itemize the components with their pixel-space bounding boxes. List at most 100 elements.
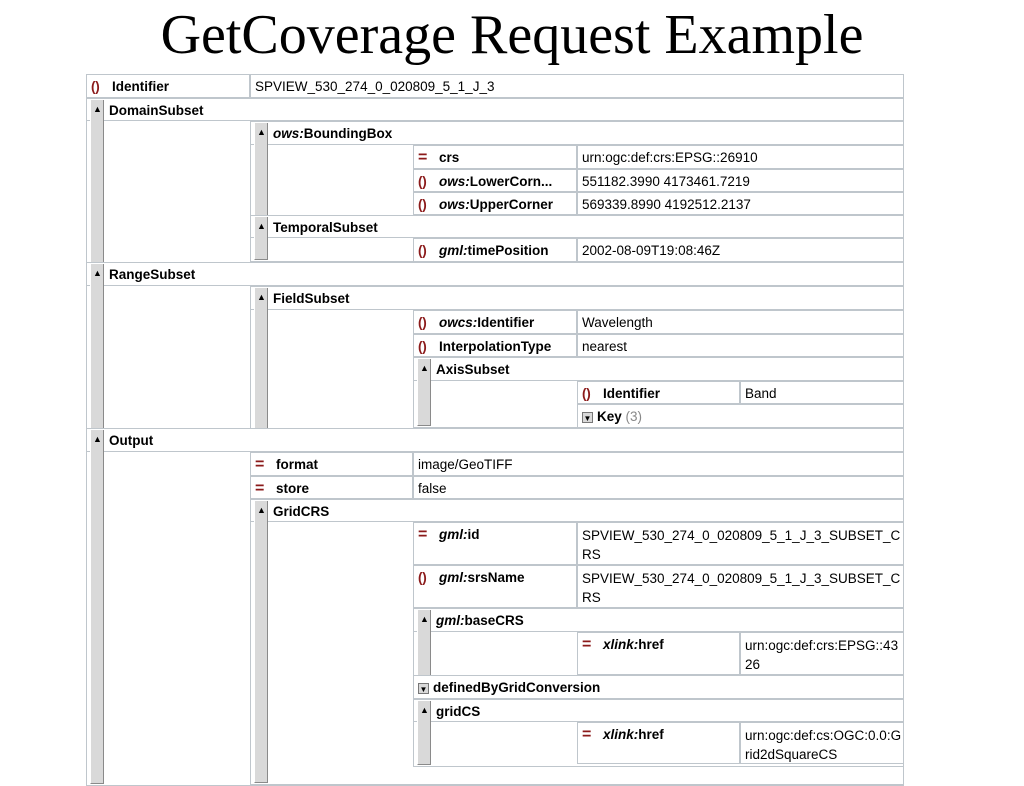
axis-identifier-name: Identifier (603, 386, 661, 401)
identifier-row-label[interactable]: ( ) Identifier (86, 74, 250, 98)
time-position-name: timePosition (467, 243, 549, 258)
owcs-identifier-namespace: owcs: (439, 315, 478, 330)
srs-name-namespace: gml: (439, 570, 468, 585)
grid-cs-header[interactable]: gridCS (413, 699, 904, 722)
range-subset-collapser[interactable]: ▲ (90, 264, 104, 450)
xml-grid-view: ( ) Identifier SPVIEW_530_274_0_020809_5_1… (0, 0, 1024, 786)
interpolation-type-name: InterpolationType (439, 339, 552, 354)
temporal-subset-label: TemporalSubset (273, 220, 378, 235)
axis-subset-header[interactable]: AxisSubset (413, 357, 904, 381)
axis-subset-name: AxisSubset (436, 362, 510, 377)
expand-triangle-icon[interactable]: ▼ (418, 682, 429, 694)
collapse-triangle-icon[interactable]: ▲ (257, 221, 266, 231)
base-crs-name: baseCRS (464, 613, 524, 628)
interpolation-type-row-label[interactable]: ( ) InterpolationType (413, 334, 577, 357)
upper-corner-row-label[interactable]: ( ) ows:UpperCorner (413, 192, 577, 215)
grid-crs-name: GridCRS (273, 504, 330, 519)
base-crs-href-row-label[interactable]: = xlink:href (577, 632, 740, 675)
collapse-triangle-icon[interactable]: ▲ (93, 104, 102, 114)
axis-identifier-value[interactable]: Band (740, 381, 904, 404)
attribute-icon: = (582, 636, 592, 653)
interpolation-type-label: ( ) InterpolationType (418, 339, 551, 354)
field-subset-header[interactable]: FieldSubset (250, 286, 904, 310)
grid-cs-href-row-label[interactable]: = xlink:href (577, 722, 740, 764)
format-value[interactable]: image/GeoTIFF (413, 452, 904, 476)
crs-value[interactable]: urn:ogc:def:crs:EPSG::26910 (577, 145, 904, 169)
range-subset-name: RangeSubset (109, 267, 196, 282)
grid-crs-header[interactable]: GridCRS (250, 499, 904, 522)
base-crs-header[interactable]: gml:baseCRS (413, 608, 904, 632)
collapse-triangle-icon[interactable]: ▲ (93, 268, 102, 278)
grid-cs-label: gridCS (436, 704, 480, 719)
gml-id-namespace: gml: (439, 527, 468, 542)
axis-subset-collapser[interactable]: ▲ (417, 359, 431, 426)
output-name: Output (109, 433, 154, 448)
collapse-triangle-icon[interactable]: ▲ (257, 127, 266, 137)
grid-cs-collapser[interactable]: ▲ (417, 701, 431, 765)
element-icon: ( ) (418, 315, 427, 330)
attribute-icon: = (255, 456, 265, 473)
collapse-triangle-icon[interactable]: ▲ (420, 705, 429, 715)
store-name: store (276, 481, 310, 496)
gml-id-row-label[interactable]: = gml:id (413, 522, 577, 565)
axis-identifier-row-label[interactable]: ( ) Identifier (577, 381, 740, 404)
lower-corner-namespace: ows: (439, 174, 470, 189)
collapse-triangle-icon[interactable]: ▲ (420, 363, 429, 373)
upper-corner-value[interactable]: 569339.8990 4192512.2137 (577, 192, 904, 215)
domain-subset-collapser[interactable]: ▲ (90, 100, 104, 283)
range-subset-header[interactable]: RangeSubset (86, 262, 904, 286)
grid-cs-href-value[interactable]: urn:ogc:def:cs:OGC:0.0:Grid2dSquareCS (740, 722, 904, 764)
identifier-label: ( ) Identifier (91, 79, 169, 94)
store-row-label[interactable]: = store (250, 476, 413, 499)
store-value[interactable]: false (413, 476, 904, 499)
grid-cs-name: gridCS (436, 704, 481, 719)
time-position-row-label[interactable]: ( ) gml:timePosition (413, 238, 577, 262)
lower-corner-value[interactable]: 551182.3990 4173461.7219 (577, 169, 904, 192)
identifier-value[interactable]: SPVIEW_530_274_0_020809_5_1_J_3 (250, 74, 904, 98)
base-crs-href-value[interactable]: urn:ogc:def:crs:EPSG::4326 (740, 632, 904, 675)
crs-row-label[interactable]: = crs (413, 145, 577, 169)
lower-corner-row-label[interactable]: ( ) ows:LowerCorn... (413, 169, 577, 192)
output-label: Output (109, 433, 153, 448)
output-collapser[interactable]: ▲ (90, 430, 104, 784)
element-icon: ( ) (418, 339, 427, 354)
owcs-identifier-label: ( ) owcs:Identifier (418, 315, 534, 330)
key-row[interactable]: ▼ Key (3) (577, 404, 904, 428)
domain-subset-header[interactable]: DomainSubset (86, 98, 904, 121)
domain-subset-name: DomainSubset (109, 103, 204, 118)
collapse-triangle-icon[interactable]: ▲ (257, 505, 266, 515)
srs-name-name: srsName (467, 570, 525, 585)
key-label: Key (3) (597, 409, 642, 424)
collapse-triangle-icon[interactable]: ▲ (420, 614, 429, 624)
expand-triangle-icon[interactable]: ▼ (582, 411, 593, 423)
element-icon: ( ) (418, 243, 427, 258)
srs-name-value[interactable]: SPVIEW_530_274_0_020809_5_1_J_3_SUBSET_C… (577, 565, 904, 608)
output-header[interactable]: Output (86, 428, 904, 452)
grid-crs-collapser[interactable]: ▲ (254, 501, 268, 783)
defined-by-grid-conversion-name: definedByGridConversion (433, 680, 601, 695)
temporal-subset-header[interactable]: TemporalSubset (250, 215, 904, 238)
temporal-subset-name: TemporalSubset (273, 220, 378, 235)
time-position-value[interactable]: 2002-08-09T19:08:46Z (577, 238, 904, 262)
collapse-triangle-icon[interactable]: ▲ (93, 434, 102, 444)
srs-name-row-label[interactable]: ( ) gml:srsName (413, 565, 577, 608)
time-position-label: ( ) gml:timePosition (418, 243, 549, 258)
owcs-identifier-name: Identifier (477, 315, 535, 330)
interpolation-type-value[interactable]: nearest (577, 334, 904, 357)
crs-name: crs (439, 150, 460, 165)
temporal-subset-collapser[interactable]: ▲ (254, 217, 268, 260)
format-row-label[interactable]: = format (250, 452, 413, 476)
gml-id-value[interactable]: SPVIEW_530_274_0_020809_5_1_J_3_SUBSET_C… (577, 522, 904, 565)
lower-corner-name: LowerCorn... (469, 174, 553, 189)
grid-cs-href-label: = xlink:href (582, 726, 664, 743)
base-crs-href-label: = xlink:href (582, 636, 664, 653)
collapse-triangle-icon[interactable]: ▲ (257, 292, 266, 302)
field-subset-collapser[interactable]: ▲ (254, 288, 268, 450)
owcs-identifier-value[interactable]: Wavelength (577, 310, 904, 334)
owcs-identifier-row-label[interactable]: ( ) owcs:Identifier (413, 310, 577, 334)
bounding-box-header[interactable]: ows:BoundingBox (250, 121, 904, 145)
range-subset-label: RangeSubset (109, 267, 195, 282)
time-position-namespace: gml: (439, 243, 468, 258)
attribute-icon: = (255, 480, 265, 497)
defined-by-grid-conversion-row[interactable]: ▼ definedByGridConversion (413, 675, 904, 699)
